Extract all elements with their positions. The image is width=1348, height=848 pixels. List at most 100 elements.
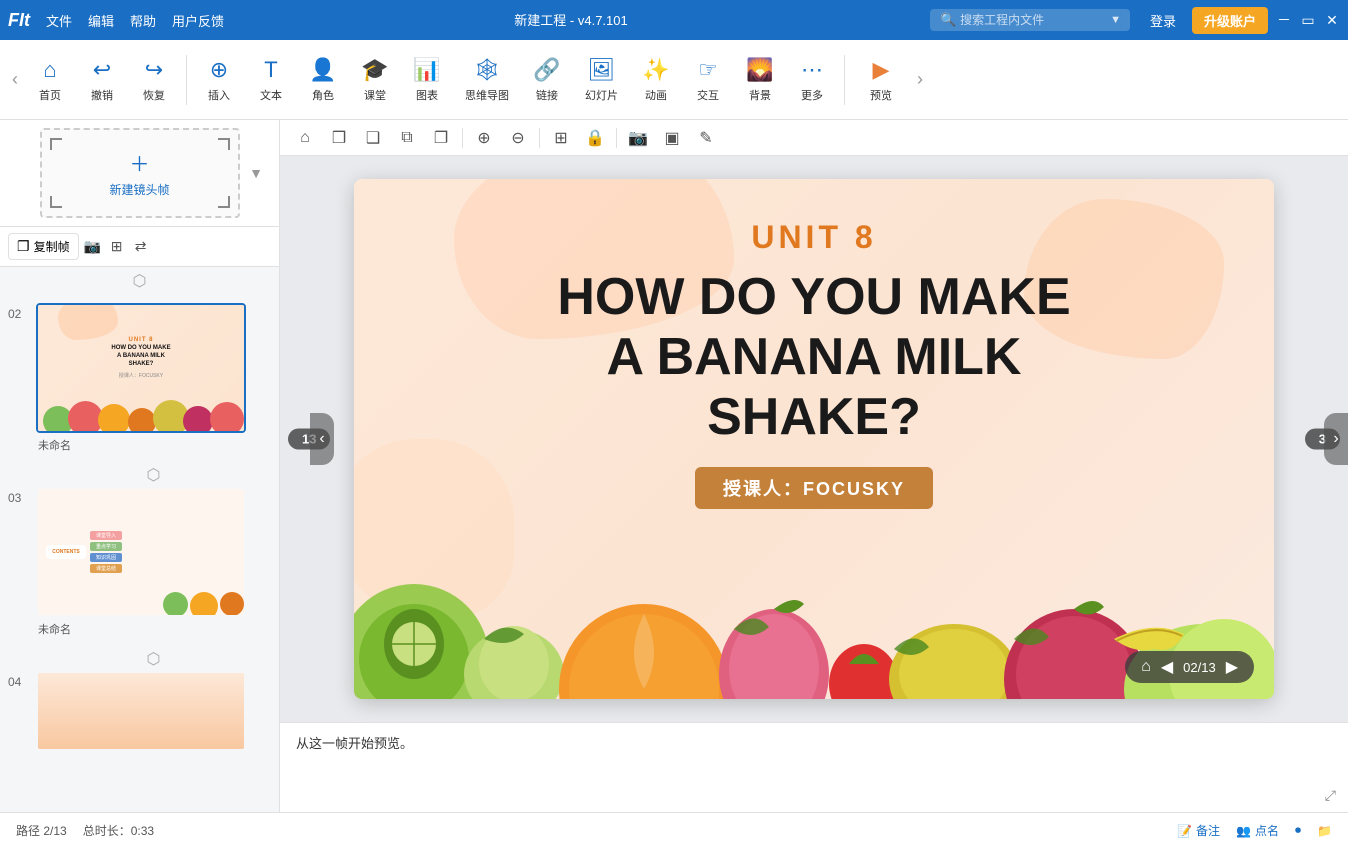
screenshot-icon[interactable]: 📷	[83, 237, 103, 257]
playback-prev-icon[interactable]: ◀	[1161, 657, 1173, 677]
toolbar-undo[interactable]: ↩ 撤销	[78, 51, 126, 109]
slide-label-02: 未命名	[36, 437, 271, 453]
menu-file[interactable]: 文件	[46, 11, 72, 30]
link-icon: 🔗	[533, 57, 560, 83]
classroom-icon: 🎓	[361, 57, 388, 83]
sidebar-expand-icon[interactable]: ▼	[249, 165, 263, 181]
toolbar-animation[interactable]: ✨ 动画	[632, 51, 680, 109]
sidebar-toolbar: ❐ 复制帧 📷 ⊞ ⇄	[0, 227, 279, 267]
canvas-area: ⌂ ❒ ❑ ⧉ ❐ ⊕ ⊖ ⊞ 🔒 📷 ▣ ✎ 13 ‹	[280, 120, 1348, 812]
playback-home-icon[interactable]: ⌂	[1141, 658, 1151, 676]
slide-thumb-wrap-03: CONTENTS 课堂导入 重点学习 知识巩固 课堂总结	[36, 487, 271, 637]
toolbar-classroom[interactable]: 🎓 课堂	[351, 51, 399, 109]
attendance-label: 点名	[1255, 822, 1279, 839]
more-label: 更多	[801, 87, 823, 103]
playback-next-icon[interactable]: ▶	[1226, 657, 1238, 677]
ct-lock-icon[interactable]: 🔒	[582, 125, 608, 151]
toolbar-redo[interactable]: ↪ 恢复	[130, 51, 178, 109]
animation-icon: ✨	[642, 57, 669, 83]
slide-thumb-wrap-02: UNIT 8 HOW DO YOU MAKEA BANANA MILKSHAKE…	[36, 303, 271, 453]
login-button[interactable]: 登录	[1142, 7, 1184, 34]
divider-1	[186, 55, 187, 105]
attendance-icon: 👥	[1236, 824, 1251, 838]
slide-item-04: 04	[8, 671, 271, 751]
toolbar-text[interactable]: T 文本	[247, 51, 295, 109]
close-button[interactable]: ✕	[1324, 12, 1340, 28]
title-line3: SHAKE?	[707, 388, 921, 446]
grid-icon[interactable]: ⊞	[107, 237, 127, 257]
collapse-right[interactable]: ›	[1324, 413, 1348, 465]
slide-thumb-03[interactable]: CONTENTS 课堂导入 重点学习 知识巩固 课堂总结	[36, 487, 246, 617]
notes-expand-icon[interactable]: ⤢	[1325, 787, 1336, 804]
preview-icon: ▶	[873, 57, 890, 83]
app-title: 新建工程 - v4.7.101	[514, 13, 627, 28]
app-logo: FIt	[8, 10, 30, 31]
ct-align-icon[interactable]: ⊞	[548, 125, 574, 151]
toolbar-home[interactable]: ⌂ 首页	[26, 51, 74, 109]
toolbar-interact[interactable]: ☞ 交互	[684, 51, 732, 109]
toolbar-chart[interactable]: 📊 图表	[403, 51, 451, 109]
path-info: 路径 2/13	[16, 822, 67, 839]
toolbar-slideshow[interactable]: 🖼 幻灯片	[575, 51, 628, 109]
connector-icon-mid: ⬡	[147, 465, 161, 485]
toolbar-right-arrow[interactable]: ›	[913, 65, 927, 94]
slide-thumb-04[interactable]	[36, 671, 246, 751]
slide-number-02: 02	[8, 303, 28, 321]
menu-feedback[interactable]: 用户反馈	[172, 11, 224, 30]
ct-divider-1	[462, 128, 463, 148]
ct-home-icon[interactable]: ⌂	[292, 125, 318, 151]
mindmap-icon: 🕸	[473, 57, 501, 83]
character-label: 角色	[312, 87, 334, 103]
copy-frame-button[interactable]: ❐ 复制帧	[8, 233, 79, 260]
notes-area: 从这一帧开始预览。 ⤢	[280, 722, 1348, 812]
ct-stack-icon[interactable]: ❐	[428, 125, 454, 151]
toolbar-link[interactable]: 🔗 链接	[523, 51, 571, 109]
search-dropdown-icon[interactable]: ▼	[1110, 14, 1121, 26]
menu-edit[interactable]: 编辑	[88, 11, 114, 30]
ct-paste-icon[interactable]: ❑	[360, 125, 386, 151]
search-input[interactable]	[960, 13, 1110, 27]
more-icon: ⋯	[801, 57, 823, 83]
maximize-button[interactable]: ▭	[1300, 12, 1316, 28]
toolbar-character[interactable]: 👤 角色	[299, 51, 347, 109]
slide-thumb-02[interactable]: UNIT 8 HOW DO YOU MAKEA BANANA MILKSHAKE…	[36, 303, 246, 433]
text-label: 文本	[260, 87, 282, 103]
attendance-button[interactable]: 👥 点名	[1236, 822, 1279, 839]
sidebar: ＋ 新建镜头帧 ▼ ❐ 复制帧 📷 ⊞ ⇄ ⬡ 02	[0, 120, 280, 812]
collapse-left-icon: ‹	[319, 430, 324, 448]
toolbar-mindmap[interactable]: 🕸 思维导图	[455, 51, 519, 109]
slideshow-label: 幻灯片	[585, 87, 618, 103]
toolbar-background[interactable]: 🌄 背景	[736, 51, 784, 109]
folder-button[interactable]: 📁	[1317, 824, 1332, 838]
statusbar-left: 路径 2/13 总时长：0:33	[16, 822, 1177, 839]
text-icon: T	[264, 57, 277, 83]
upgrade-button[interactable]: 升级账户	[1192, 7, 1268, 34]
ct-frame-icon[interactable]: ▣	[659, 125, 685, 151]
ct-camera-icon[interactable]: 📷	[625, 125, 651, 151]
minimize-button[interactable]: －	[1276, 12, 1292, 28]
toolbar-preview[interactable]: ▶ 预览	[853, 51, 909, 109]
collapse-left[interactable]: ‹	[280, 413, 334, 465]
screen-record-button[interactable]: ⏺	[1295, 823, 1301, 838]
interact-label: 交互	[697, 87, 719, 103]
swap-icon[interactable]: ⇄	[131, 237, 151, 257]
toolbar-more[interactable]: ⋯ 更多	[788, 51, 836, 109]
ct-layer-icon[interactable]: ⧉	[394, 125, 420, 151]
slide-number-03: 03	[8, 487, 28, 505]
toolbar-insert[interactable]: ⊕ 插入	[195, 51, 243, 109]
new-frame-button[interactable]: ＋ 新建镜头帧	[40, 128, 240, 218]
screen-record-icon: ⏺	[1295, 823, 1301, 838]
ct-zoomout-icon[interactable]: ⊖	[505, 125, 531, 151]
canvas-slide: UNIT 8 HOW DO YOU MAKE A BANANA MILK SHA…	[280, 156, 1348, 722]
search-bar[interactable]: 🔍 ▼	[930, 9, 1130, 31]
menu-help[interactable]: 帮助	[130, 11, 156, 30]
collapse-right-icon: ›	[1333, 430, 1338, 448]
ct-edit-icon[interactable]: ✎	[693, 125, 719, 151]
slide-item-03: 03 CONTENTS 课堂导入 重点学习 知识巩固 课堂总结	[8, 487, 271, 637]
ct-zoomin-icon[interactable]: ⊕	[471, 125, 497, 151]
redo-label: 恢复	[143, 87, 165, 103]
ct-copy-icon[interactable]: ❒	[326, 125, 352, 151]
backup-button[interactable]: 📝 备注	[1177, 822, 1220, 839]
toolbar-left-arrow[interactable]: ‹	[8, 65, 22, 94]
slide-frame[interactable]: UNIT 8 HOW DO YOU MAKE A BANANA MILK SHA…	[354, 179, 1274, 699]
